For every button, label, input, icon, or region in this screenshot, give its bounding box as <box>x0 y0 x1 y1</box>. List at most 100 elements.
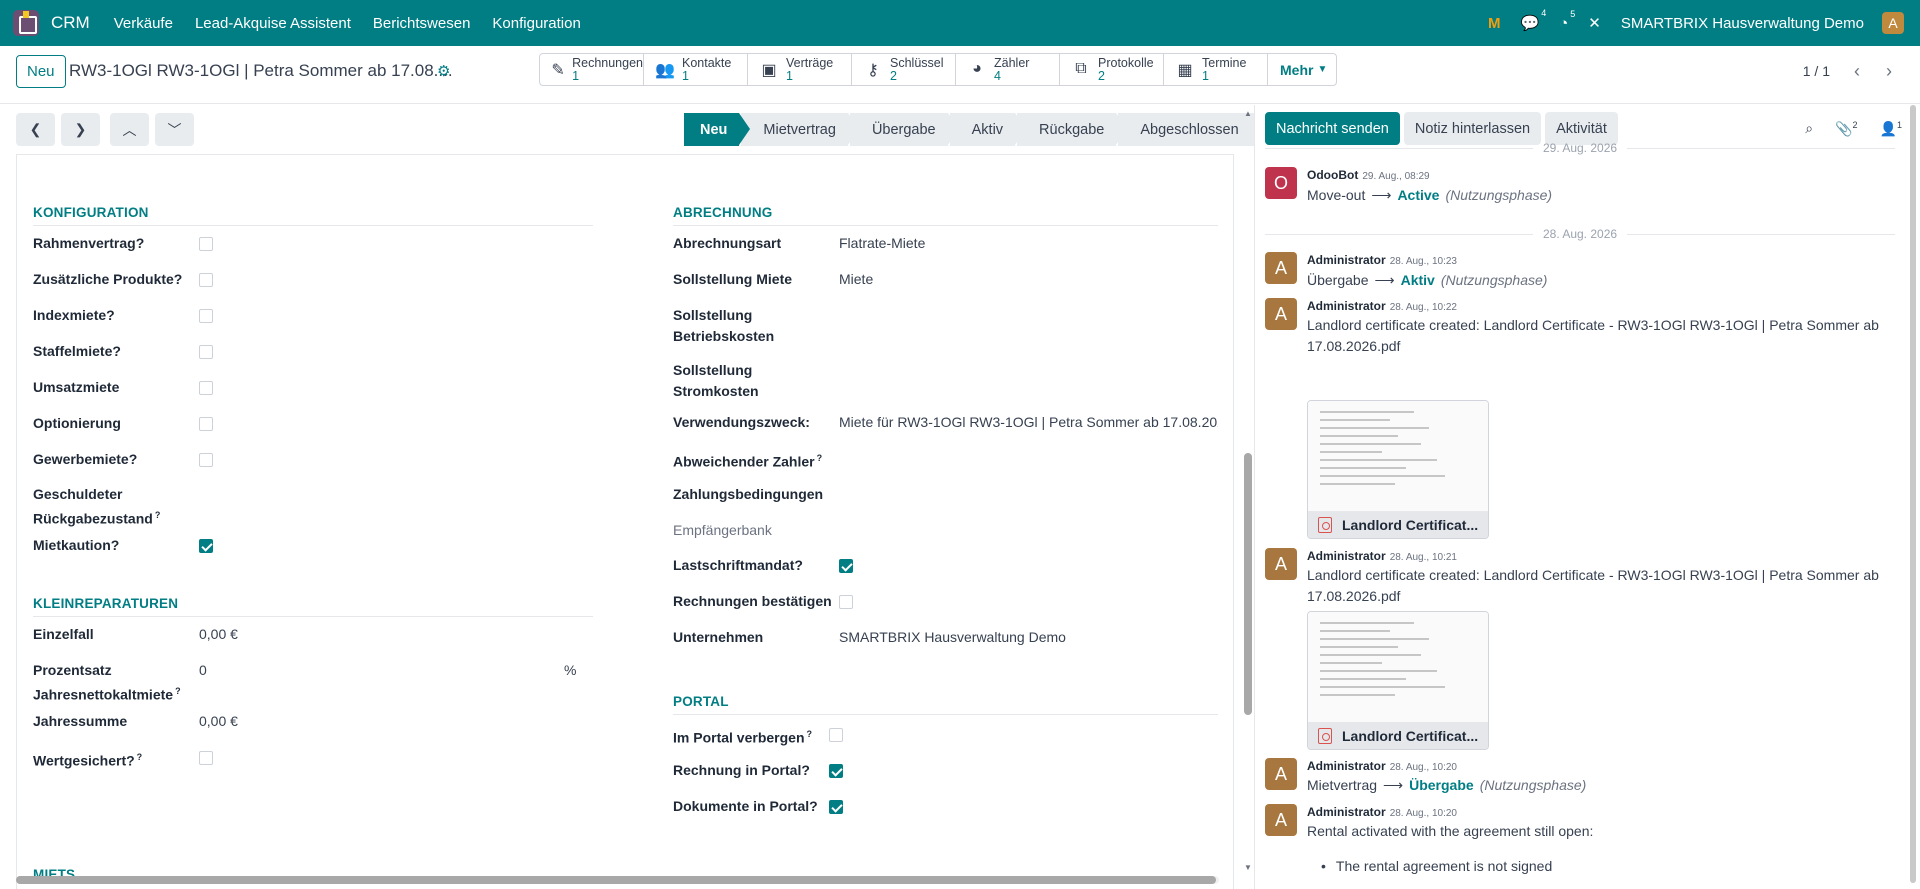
pager-previous-button[interactable]: ‹ <box>1842 58 1872 84</box>
checkbox-optionierung[interactable] <box>199 417 213 431</box>
company-switcher[interactable]: SMARTBRIX Hausverwaltung Demo <box>1621 15 1864 32</box>
avatar[interactable]: A <box>1265 298 1297 330</box>
messages-icon[interactable]: 💬 4 <box>1521 8 1547 32</box>
paperclip-icon[interactable]: 📎2 <box>1835 120 1857 138</box>
smart-button-termine[interactable]: ▦ Termine 1 <box>1164 54 1268 85</box>
menu-berichtswesen[interactable]: Berichtswesen <box>373 15 471 32</box>
smart-button-rechnungen[interactable]: ✎ Rechnungen 1 <box>540 54 644 85</box>
checkbox-rechnung-in-portal[interactable] <box>829 764 843 778</box>
scrollbar-thumb[interactable] <box>1244 453 1252 715</box>
verwendungszweck-input[interactable]: Miete für RW3-1OGl RW3-1OGl | Petra Somm… <box>839 414 1218 430</box>
search-icon[interactable]: ⌕ <box>1805 120 1813 138</box>
label-indexmiete: Indexmiete? <box>33 307 115 323</box>
checkbox-im-portal-verbergen[interactable] <box>829 728 843 742</box>
chevron-up-icon[interactable]: ︿ <box>110 113 149 146</box>
scroll-up-arrow-icon[interactable]: ▲ <box>1244 109 1252 118</box>
horizontal-scrollbar[interactable] <box>16 876 1219 884</box>
unternehmen-value[interactable]: SMARTBRIX Hausverwaltung Demo <box>839 629 1066 645</box>
label-optionierung: Optionierung <box>33 415 121 431</box>
help-tooltip-icon[interactable]: ? <box>137 752 143 762</box>
jahressumme-value: 0,00 € <box>199 713 238 729</box>
avatar[interactable]: O <box>1265 167 1297 199</box>
arrow-right-icon: ⟶ <box>1371 187 1392 203</box>
help-tooltip-icon[interactable]: ? <box>817 453 823 463</box>
group-title-portal: PORTAL <box>673 694 1218 715</box>
scrollbar-thumb[interactable] <box>1910 105 1916 883</box>
menu-lead-akquise[interactable]: Lead-Akquise Assistent <box>195 15 351 32</box>
menu-verkaeufe[interactable]: Verkäufe <box>114 15 173 32</box>
smart-buttons: ✎ Rechnungen 1 👥 Kontakte 1 ▣ Verträge 1 ⚷ Schl… <box>539 53 1337 86</box>
checkbox-lastschriftmandat[interactable] <box>839 559 853 573</box>
smart-button-schluessel[interactable]: ⚷ Schlüssel 2 <box>852 54 956 85</box>
scroll-down-arrow-icon[interactable]: ▼ <box>1244 863 1252 872</box>
sollstellung-miete-value[interactable]: Miete <box>839 271 873 287</box>
smart-button-zaehler[interactable]: ◕ Zähler 4 <box>956 54 1060 85</box>
smart-button-vertraege[interactable]: ▣ Verträge 1 <box>748 54 852 85</box>
apps-menu-icon[interactable] <box>13 10 39 36</box>
message-header: Administrator 28. Aug., 10:20 <box>1307 759 1457 773</box>
form-area: ❮ ❯ ︿ ﹀ Neu Mietvertrag Übergabe Aktiv R… <box>0 105 1255 889</box>
prozentsatz-input[interactable]: 0 <box>199 662 207 678</box>
tools-icon[interactable]: ✕ <box>1588 14 1601 32</box>
pager-next-button[interactable]: › <box>1874 58 1904 84</box>
user-avatar[interactable]: A <box>1882 12 1904 34</box>
help-tooltip-icon[interactable]: ? <box>155 510 161 520</box>
pdf-preview <box>1308 612 1488 722</box>
followers-count: 1 <box>1896 120 1902 130</box>
pdf-preview <box>1308 401 1488 511</box>
label-einzelfall: Einzelfall <box>33 626 94 642</box>
checkbox-rahmenvertrag[interactable] <box>199 237 213 251</box>
label-zahlungsbedingungen: Zahlungsbedingungen <box>673 486 824 502</box>
help-tooltip-icon[interactable]: ? <box>807 729 813 739</box>
checkbox-zusaetzliche-produkte[interactable] <box>199 273 213 287</box>
stage-rueckgabe[interactable]: Rückgabe <box>1017 113 1128 146</box>
key-icon: ⚷ <box>867 61 879 79</box>
einzelfall-value[interactable]: 0,00 € <box>199 626 238 642</box>
avatar[interactable]: A <box>1265 804 1297 836</box>
stage-mietvertrag[interactable]: Mietvertrag <box>741 113 859 146</box>
chevron-left-icon[interactable]: ❮ <box>16 113 55 146</box>
attachment-card[interactable]: Landlord Certificat... <box>1307 611 1489 750</box>
smart-button-kontakte[interactable]: 👥 Kontakte 1 <box>644 54 748 85</box>
followers-icon[interactable]: 👤1 <box>1880 120 1902 138</box>
abrechnungsart-select[interactable]: Flatrate-Miete <box>839 235 925 251</box>
odoo-logo-icon[interactable]: M <box>1488 15 1501 32</box>
list-item: The rental agreement is not signed <box>1307 858 1552 874</box>
percent-unit: % <box>564 662 577 678</box>
activities-clock-icon[interactable]: ◔ 5 <box>1559 9 1575 32</box>
checkbox-staffelmiete[interactable] <box>199 345 213 359</box>
chevron-down-icon[interactable]: ﹀ <box>155 113 194 146</box>
label-wertgesichert: Wertgesichert?? <box>33 752 143 769</box>
chevron-right-icon[interactable]: ❯ <box>61 113 100 146</box>
checkbox-rechnungen-bestaetigen[interactable] <box>839 595 853 609</box>
new-button[interactable]: Neu <box>16 55 66 88</box>
attachment-card[interactable]: Landlord Certificat... <box>1307 400 1489 539</box>
vertical-scrollbar[interactable]: ▲ ▼ <box>1243 105 1253 889</box>
stage-uebergabe[interactable]: Übergabe <box>849 113 959 146</box>
avatar[interactable]: A <box>1265 548 1297 580</box>
checkbox-wertgesichert[interactable] <box>199 751 213 765</box>
scrollbar-thumb[interactable] <box>16 876 1216 884</box>
chatter-scrollbar[interactable] <box>1910 105 1918 889</box>
app-name[interactable]: CRM <box>51 13 90 33</box>
avatar[interactable]: A <box>1265 758 1297 790</box>
record-title: RW3-1OGl RW3-1OGl | Petra Sommer ab 17.0… <box>69 61 453 80</box>
checkbox-umsatzmiete[interactable] <box>199 381 213 395</box>
checkbox-indexmiete[interactable] <box>199 309 213 323</box>
help-tooltip-icon[interactable]: ? <box>175 686 181 696</box>
smart-button-protokolle[interactable]: ⧉ Protokolle 2 <box>1060 54 1164 85</box>
stage-neu[interactable]: Neu <box>684 113 751 146</box>
label-dokumente-in-portal: Dokumente in Portal? <box>673 798 818 814</box>
stage-abgeschlossen[interactable]: Abgeschlossen <box>1118 113 1255 146</box>
stage-aktiv[interactable]: Aktiv <box>949 113 1027 146</box>
pager-value[interactable]: 1 / 1 <box>1803 63 1830 79</box>
avatar[interactable]: A <box>1265 252 1297 284</box>
checkbox-gewerbemiete[interactable] <box>199 453 213 467</box>
label-umsatzmiete: Umsatzmiete <box>33 379 120 395</box>
checkbox-dokumente-in-portal[interactable] <box>829 800 843 814</box>
more-button[interactable]: Mehr ▼ <box>1268 54 1336 85</box>
gear-icon[interactable]: ⚙ <box>437 62 450 80</box>
checkbox-mietkaution[interactable] <box>199 539 213 553</box>
top-navbar: CRM Verkäufe Lead-Akquise Assistent Beri… <box>0 0 1920 46</box>
menu-konfiguration[interactable]: Konfiguration <box>492 15 580 32</box>
